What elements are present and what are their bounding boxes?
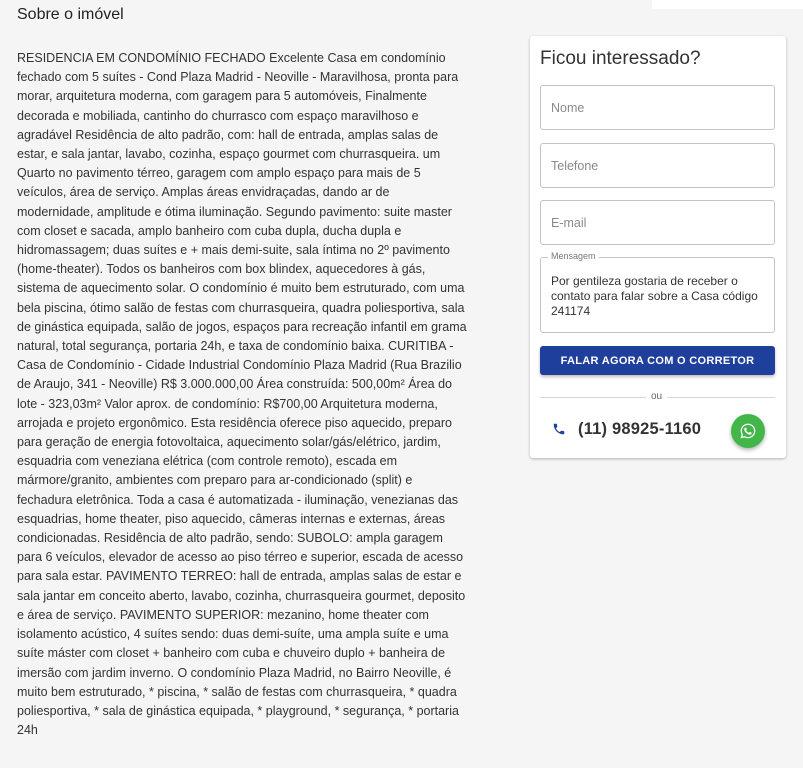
phone-field[interactable] [540,143,775,188]
contact-card: Ficou interessado? Mensagem Por gentilez… [530,36,786,458]
contact-card-title: Ficou interessado? [540,48,701,69]
phone-icon [552,422,566,436]
talk-to-broker-button[interactable]: FALAR AGORA COM O CORRETOR [540,346,775,375]
email-field[interactable] [540,200,775,245]
top-strip [652,0,803,9]
phone-number-link[interactable]: (11) 98925-1160 [578,420,701,439]
property-description: RESIDENCIA EM CONDOMÍNIO FECHADO Excelen… [17,51,467,738]
divider-right [667,397,775,398]
message-field[interactable]: Por gentileza gostaria de receber o cont… [551,274,766,330]
message-field-wrapper: Mensagem Por gentileza gostaria de receb… [540,251,775,333]
message-label: Mensagem [548,251,599,261]
whatsapp-button[interactable] [731,414,765,448]
divider-left [540,397,646,398]
section-title: Sobre o imóvel [17,6,124,23]
whatsapp-icon [739,422,757,440]
name-field[interactable] [540,85,775,130]
or-text: ou [651,391,663,402]
